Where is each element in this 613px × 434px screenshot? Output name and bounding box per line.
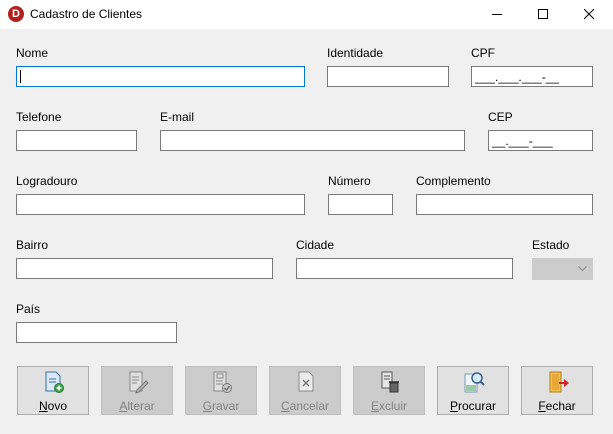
numero-label: Número [328, 174, 371, 188]
minimize-icon [492, 14, 502, 15]
novo-label: Novo [38, 399, 68, 413]
cep-input[interactable]: __.___-___ [488, 130, 593, 151]
cpf-mask: ___.___.___-__ [475, 70, 560, 84]
logradouro-label: Logradouro [16, 174, 78, 188]
close-button[interactable] [567, 0, 613, 29]
logradouro-input[interactable] [16, 194, 305, 215]
cpf-input[interactable]: ___.___.___-__ [471, 66, 593, 87]
bairro-label: Bairro [16, 238, 49, 252]
alterar-button[interactable]: Alterar [101, 366, 173, 415]
bairro-input[interactable] [16, 258, 273, 279]
maximize-button[interactable] [521, 0, 567, 29]
delete-icon [381, 371, 399, 393]
fechar-label: Fechar [538, 399, 576, 413]
maximize-icon [538, 9, 548, 19]
complemento-input[interactable] [416, 194, 593, 215]
excluir-label: Excluir [370, 399, 408, 413]
edit-document-icon [129, 371, 149, 394]
title-bar: D Cadastro de Clientes [0, 0, 613, 29]
email-input[interactable] [160, 130, 465, 151]
cadastro-window: D Cadastro de Clientes Nome Identidade C… [0, 0, 613, 434]
gravar-label: Gravar [202, 399, 240, 413]
save-document-icon [213, 371, 232, 393]
numero-input[interactable] [328, 194, 393, 215]
estado-label: Estado [532, 238, 570, 252]
pais-input[interactable] [16, 322, 177, 343]
cep-mask: __.___-___ [492, 134, 553, 148]
exit-door-icon [549, 371, 569, 393]
identidade-label: Identidade [327, 46, 384, 60]
pais-label: País [16, 302, 41, 316]
cidade-label: Cidade [296, 238, 335, 252]
app-icon: D [8, 6, 24, 22]
procurar-button[interactable]: Procurar [437, 366, 509, 415]
estado-select[interactable] [532, 258, 593, 280]
search-icon [464, 372, 485, 393]
cidade-input[interactable] [296, 258, 513, 279]
telefone-label: Telefone [16, 110, 62, 124]
alterar-label: Alterar [119, 399, 155, 413]
fechar-button[interactable]: Fechar [521, 366, 593, 415]
complemento-label: Complemento [416, 174, 491, 188]
cancel-document-icon [298, 371, 314, 392]
window-title: Cadastro de Clientes [30, 7, 143, 21]
excluir-button[interactable]: Excluir [353, 366, 425, 415]
close-icon [584, 9, 595, 20]
gravar-button[interactable]: Gravar [185, 366, 257, 415]
cancelar-label: Cancelar [280, 399, 330, 413]
new-document-icon [45, 371, 64, 393]
cancelar-button[interactable]: Cancelar [269, 366, 341, 415]
minimize-button[interactable] [475, 0, 521, 29]
novo-button[interactable]: Novo [17, 366, 89, 415]
identidade-input[interactable] [327, 66, 449, 87]
chevron-down-icon [578, 266, 587, 272]
procurar-label: Procurar [449, 399, 497, 413]
nome-label: Nome [16, 46, 49, 60]
text-caret [20, 70, 21, 83]
telefone-input[interactable] [16, 130, 137, 151]
nome-input[interactable] [16, 66, 305, 87]
cpf-label: CPF [471, 46, 495, 60]
cep-label: CEP [488, 110, 513, 124]
email-label: E-mail [160, 110, 195, 124]
